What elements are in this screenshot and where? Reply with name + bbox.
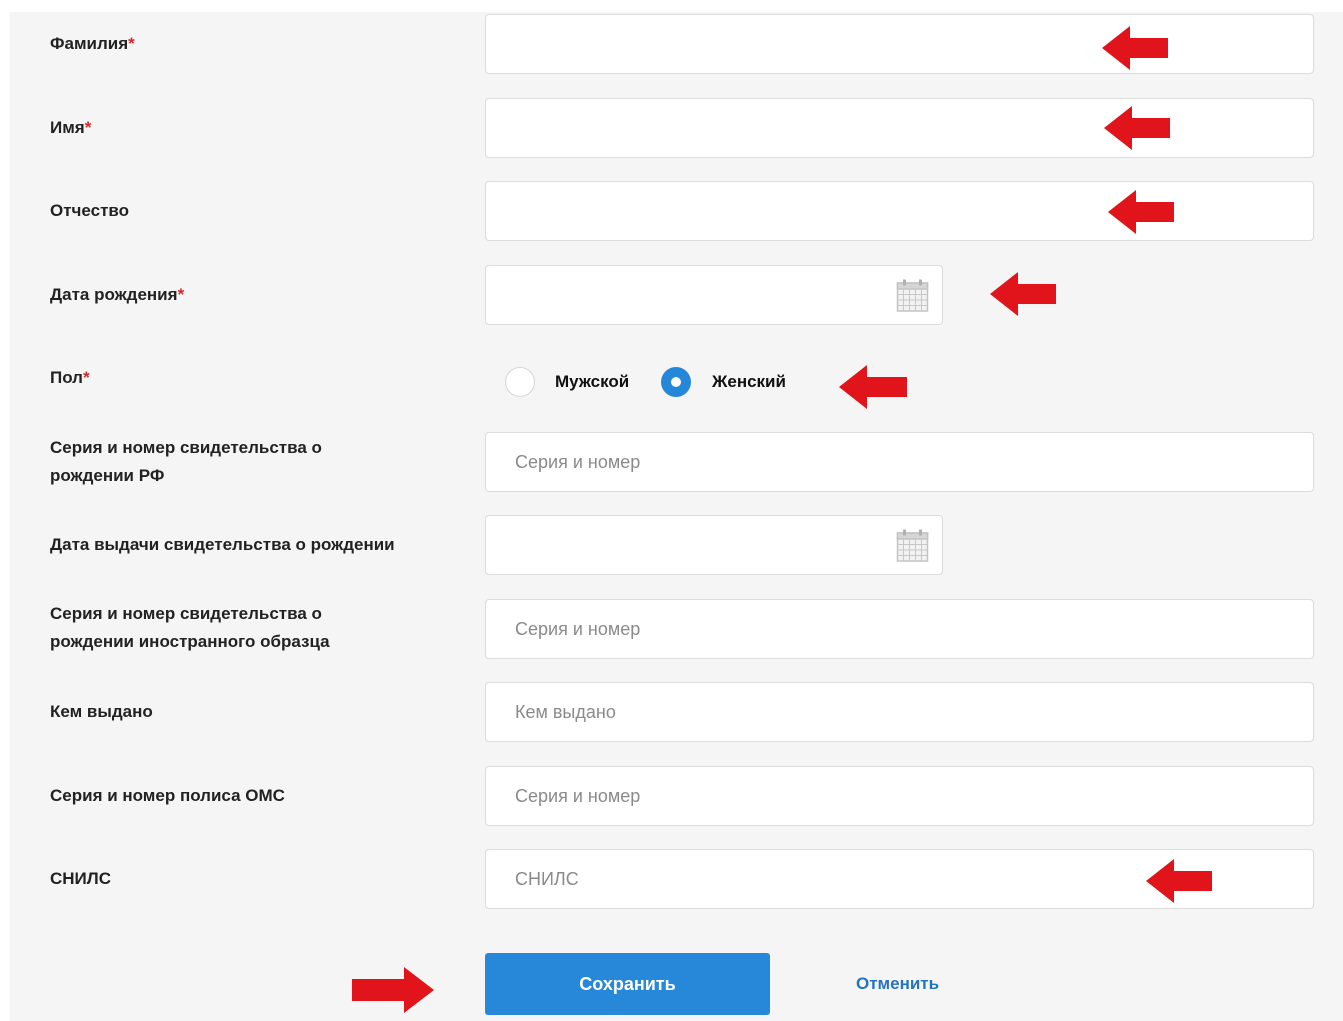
issued-by-input[interactable]	[486, 683, 1313, 741]
birth-cert-foreign-input[interactable]	[486, 600, 1313, 658]
issued-by-field-box	[485, 682, 1314, 742]
required-mark: *	[84, 118, 92, 137]
save-button[interactable]: Сохранить	[485, 953, 770, 1015]
annotation-arrow-left-icon	[839, 365, 907, 409]
gender-female-label[interactable]: Женский	[712, 368, 786, 396]
label-line: Серия и номер свидетельства о	[50, 438, 322, 457]
patronymic-field-box	[485, 181, 1314, 241]
last-name-field-box	[485, 14, 1314, 74]
first-name-input[interactable]	[486, 99, 1313, 157]
required-mark: *	[128, 34, 135, 53]
annotation-arrow-left-icon	[990, 272, 1056, 316]
cancel-link[interactable]: Отменить	[856, 970, 939, 998]
birth-date-input[interactable]	[486, 266, 942, 324]
gender-male-label[interactable]: Мужской	[555, 368, 629, 396]
birth-date-field-box	[485, 265, 943, 325]
oms-policy-label: Серия и номер полиса ОМС	[50, 786, 285, 805]
birth-cert-date-input[interactable]	[486, 516, 942, 574]
birth-cert-date-field-box	[485, 515, 943, 575]
birth-cert-rf-label: Серия и номер свидетельства о рождении Р…	[50, 434, 470, 490]
required-mark: *	[82, 368, 90, 387]
birth-cert-foreign-label: Серия и номер свидетельства о рождении и…	[50, 600, 470, 656]
birth-date-label: Дата рождения*	[50, 285, 185, 304]
gender-male-radio[interactable]	[505, 367, 535, 397]
patronymic-label: Отчество	[50, 201, 130, 220]
birth-cert-rf-field-box	[485, 432, 1314, 492]
annotation-arrow-left-icon	[1102, 26, 1168, 70]
annotation-arrow-right-icon	[352, 967, 434, 1013]
birth-cert-rf-input[interactable]	[486, 433, 1313, 491]
oms-policy-field-box	[485, 766, 1314, 826]
first-name-label: Имя*	[50, 118, 92, 137]
calendar-icon[interactable]	[896, 529, 929, 562]
first-name-field-box	[485, 98, 1314, 158]
gender-female-radio[interactable]	[661, 367, 691, 397]
label-line: рождении иностранного образца	[50, 632, 330, 651]
required-mark: *	[177, 285, 185, 304]
birth-cert-date-label: Дата выдачи свидетельства о рождении	[50, 535, 395, 554]
issued-by-label: Кем выдано	[50, 702, 153, 721]
annotation-arrow-left-icon	[1146, 859, 1212, 903]
oms-policy-input[interactable]	[486, 767, 1313, 825]
birth-cert-foreign-field-box	[485, 599, 1314, 659]
last-name-label: Фамилия*	[50, 34, 135, 53]
label-line: рождении РФ	[50, 466, 165, 485]
last-name-input[interactable]	[486, 15, 1313, 73]
annotation-arrow-left-icon	[1104, 106, 1170, 150]
gender-label: Пол*	[50, 368, 90, 387]
snils-label: СНИЛС	[50, 869, 111, 888]
annotation-arrow-left-icon	[1108, 190, 1174, 234]
label-line: Серия и номер свидетельства о	[50, 604, 322, 623]
patronymic-input[interactable]	[486, 182, 1313, 240]
calendar-icon[interactable]	[896, 279, 929, 312]
